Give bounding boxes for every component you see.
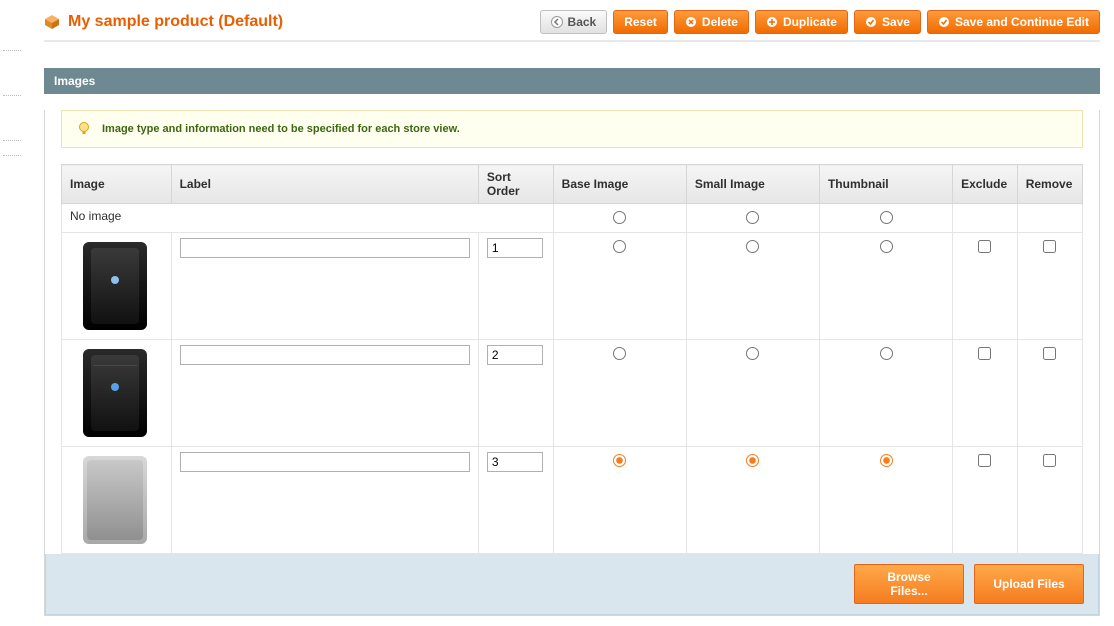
small-image-radio[interactable] — [746, 240, 759, 253]
table-row — [62, 233, 1083, 340]
image-thumbnail[interactable] — [70, 345, 160, 441]
base-image-radio[interactable] — [613, 347, 626, 360]
save-button[interactable]: Save — [854, 10, 921, 34]
save-continue-button[interactable]: Save and Continue Edit — [927, 10, 1100, 34]
save-icon — [865, 16, 877, 28]
back-label: Back — [568, 15, 597, 29]
thumbnail-radio[interactable] — [880, 454, 893, 467]
small-image-radio[interactable] — [746, 347, 759, 360]
no-image-cell: No image — [62, 204, 554, 233]
upload-files-button[interactable]: Upload Files — [974, 564, 1084, 604]
table-row — [62, 340, 1083, 447]
col-label: Label — [171, 165, 478, 204]
duplicate-button[interactable]: Duplicate — [755, 10, 848, 34]
action-buttons: Back Reset Delete Duplicate Save Save an… — [540, 10, 1100, 34]
sort-order-input[interactable] — [487, 345, 543, 365]
col-thumbnail: Thumbnail — [819, 165, 952, 204]
sort-order-input[interactable] — [487, 452, 543, 472]
thumbnail-radio[interactable] — [880, 240, 893, 253]
page-title: My sample product (Default) — [68, 13, 283, 31]
base-none-radio[interactable] — [613, 211, 626, 224]
section-title: Images — [54, 74, 95, 88]
sidebar-tree-guides — [0, 0, 20, 616]
label-input[interactable] — [180, 452, 470, 472]
col-base-image: Base Image — [553, 165, 686, 204]
save-continue-label: Save and Continue Edit — [955, 15, 1089, 29]
label-input[interactable] — [180, 345, 470, 365]
save-label: Save — [882, 15, 910, 29]
thumb-none-radio[interactable] — [880, 211, 893, 224]
remove-checkbox[interactable] — [1043, 454, 1056, 467]
delete-icon — [685, 16, 697, 28]
col-small-image: Small Image — [686, 165, 819, 204]
small-none-radio[interactable] — [746, 211, 759, 224]
remove-checkbox[interactable] — [1043, 240, 1056, 253]
exclude-checkbox[interactable] — [978, 347, 991, 360]
sort-order-input[interactable] — [487, 238, 543, 258]
back-button[interactable]: Back — [540, 10, 608, 34]
small-image-radio[interactable] — [746, 454, 759, 467]
delete-label: Delete — [702, 15, 738, 29]
duplicate-label: Duplicate — [783, 15, 837, 29]
delete-button[interactable]: Delete — [674, 10, 749, 34]
info-notice: Image type and information need to be sp… — [61, 110, 1083, 148]
product-icon — [44, 14, 60, 30]
col-image: Image — [62, 165, 172, 204]
image-thumbnail[interactable] — [70, 452, 160, 548]
browse-files-button[interactable]: Browse Files... — [854, 564, 964, 604]
lightbulb-icon — [76, 121, 92, 137]
image-thumbnail[interactable] — [70, 238, 160, 334]
exclude-checkbox[interactable] — [978, 240, 991, 253]
no-image-row: No image — [62, 204, 1083, 233]
col-exclude: Exclude — [953, 165, 1018, 204]
reset-label: Reset — [624, 15, 657, 29]
upload-footer: Browse Files... Upload Files — [45, 554, 1099, 615]
base-image-radio[interactable] — [613, 454, 626, 467]
save-continue-icon — [938, 16, 950, 28]
remove-checkbox[interactable] — [1043, 347, 1056, 360]
exclude-checkbox[interactable] — [978, 454, 991, 467]
table-row — [62, 447, 1083, 554]
col-remove: Remove — [1017, 165, 1082, 204]
col-sort-order: Sort Order — [478, 165, 553, 204]
duplicate-icon — [766, 16, 778, 28]
notice-text: Image type and information need to be sp… — [102, 123, 460, 135]
section-header: Images — [44, 68, 1100, 94]
images-table: Image Label Sort Order Base Image Small … — [61, 164, 1083, 554]
label-input[interactable] — [180, 238, 470, 258]
back-arrow-icon — [551, 16, 563, 28]
reset-button[interactable]: Reset — [613, 10, 668, 34]
thumbnail-radio[interactable] — [880, 347, 893, 360]
base-image-radio[interactable] — [613, 240, 626, 253]
